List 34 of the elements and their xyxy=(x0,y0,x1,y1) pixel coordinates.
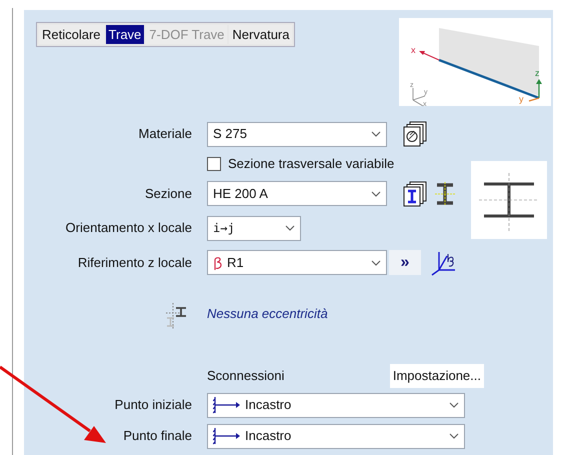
field-label: Punto finale xyxy=(122,427,192,446)
chevron-icon xyxy=(449,402,459,408)
chevron-icon xyxy=(371,131,381,137)
release-dropdown[interactable]: Incastro xyxy=(207,392,465,418)
chevron-icon xyxy=(285,225,295,231)
field-label: Materiale xyxy=(138,125,192,144)
beta-icon xyxy=(213,256,223,270)
chevron-icon xyxy=(449,433,459,439)
field-label: Orientamento x locale xyxy=(64,219,192,238)
settings-button[interactable]: Impostazione... xyxy=(390,364,484,388)
chevron-icon xyxy=(371,260,381,266)
orientation-dropdown[interactable]: i→j xyxy=(207,216,301,240)
field-label: Punto iniziale xyxy=(114,396,192,414)
reference-dropdown[interactable]: R1 xyxy=(207,250,387,275)
tab[interactable]: Reticolare xyxy=(39,25,104,44)
section-heading: Sconnessioni xyxy=(207,366,284,385)
field-label: Sezione xyxy=(144,184,192,203)
i-beam-icon[interactable] xyxy=(435,182,455,206)
eccentricity-text: Nessuna eccentricità xyxy=(207,304,328,322)
section-library-icon[interactable] xyxy=(402,180,428,206)
checkbox-label: Sezione trasversale variabile xyxy=(228,155,394,173)
fixed-support-icon xyxy=(213,396,241,414)
field-label: Riferimento z locale xyxy=(76,254,192,272)
axis-rotation-icon[interactable] xyxy=(431,250,457,276)
section-dropdown[interactable]: HE 200 A xyxy=(207,181,387,206)
material-dropdown[interactable]: S 275 xyxy=(207,122,387,146)
chevron-icon xyxy=(371,190,381,196)
tab[interactable]: Trave xyxy=(106,25,144,44)
checkbox[interactable] xyxy=(207,156,221,171)
release-dropdown[interactable]: Incastro xyxy=(207,424,465,448)
tab[interactable]: Nervatura xyxy=(229,25,292,44)
fixed-support-icon xyxy=(213,427,241,445)
more-button[interactable]: » xyxy=(389,250,421,275)
material-library-icon[interactable] xyxy=(402,121,428,147)
